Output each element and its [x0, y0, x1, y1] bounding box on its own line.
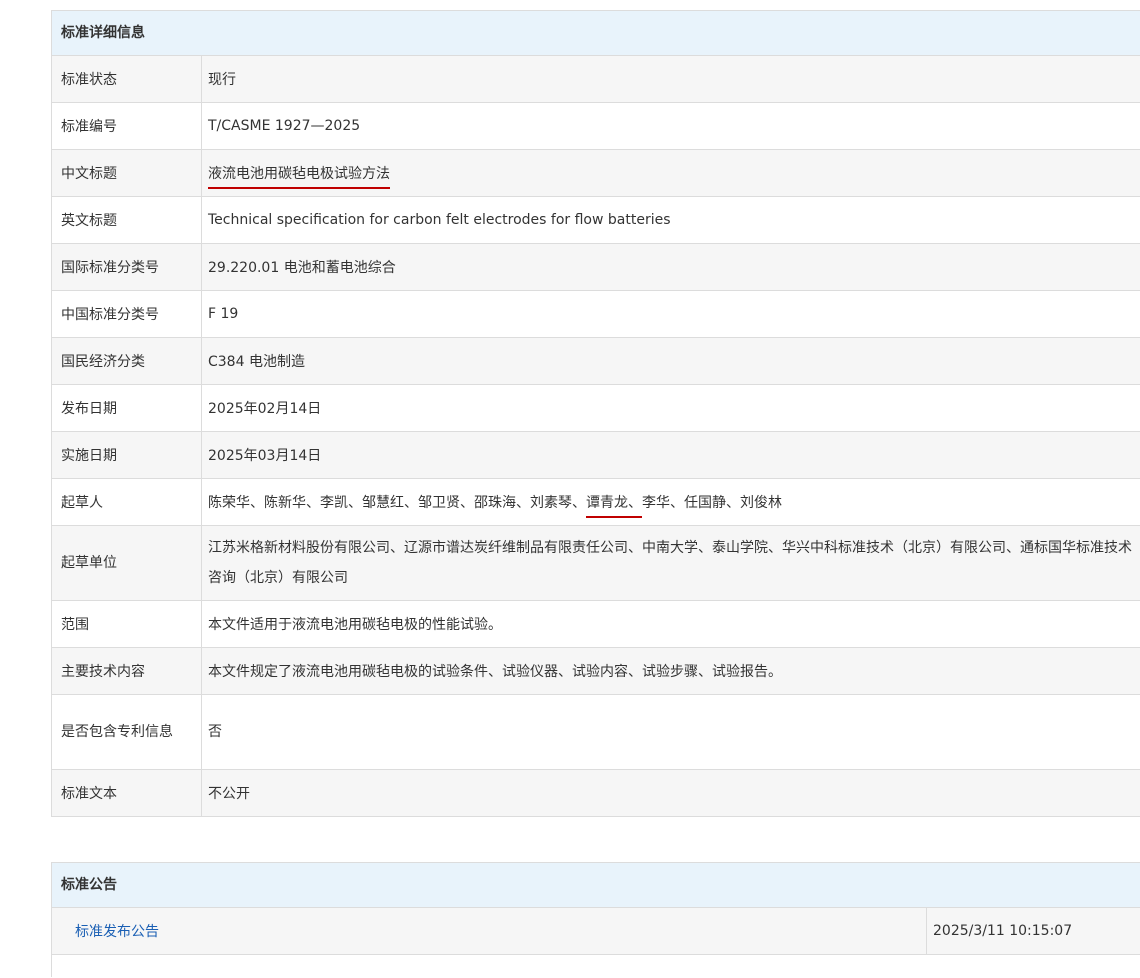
notice-row: 标准发布公告 2025/3/11 10:15:07	[52, 908, 1140, 955]
row-value: T/CASME 1927—2025	[201, 102, 1140, 150]
row-value: C384 电池制造	[201, 337, 1140, 385]
notice-table: 标准发布公告 2025/3/11 10:15:07	[52, 908, 1140, 977]
notice-empty-row	[52, 954, 1140, 977]
row-value: 现行	[201, 56, 1140, 103]
notice-link[interactable]: 标准发布公告	[52, 924, 159, 940]
row-label: 标准编号	[52, 102, 202, 150]
detail-row-chinese-title: 中文标题 液流电池用碳毡电极试验方法	[52, 149, 1140, 197]
row-label: 国民经济分类	[52, 337, 202, 385]
row-label: 标准状态	[52, 56, 202, 103]
detail-row-text: 标准文本 不公开	[52, 769, 1140, 816]
row-label: 英文标题	[52, 196, 202, 244]
detail-row-main-content: 主要技术内容 本文件规定了液流电池用碳毡电极的试验条件、试验仪器、试验内容、试验…	[52, 647, 1140, 695]
detail-row-status: 标准状态 现行	[52, 56, 1140, 103]
detail-panel-title: 标准详细信息	[52, 11, 1140, 56]
chinese-title-value: 液流电池用碳毡电极试验方法	[208, 166, 390, 189]
detail-row-scope: 范围 本文件适用于液流电池用碳毡电极的性能试验。	[52, 600, 1140, 648]
row-label: 起草单位	[52, 525, 202, 601]
detail-row-number: 标准编号 T/CASME 1927—2025	[52, 102, 1140, 150]
drafters-text-rest: 李华、任国静、刘俊林	[642, 495, 782, 511]
detail-row-publish-date: 发布日期 2025年02月14日	[52, 384, 1140, 432]
row-label: 中文标题	[52, 149, 202, 197]
notice-panel-title: 标准公告	[52, 863, 1140, 908]
detail-row-ccs: 中国标准分类号 F 19	[52, 290, 1140, 338]
row-label: 是否包含专利信息	[52, 694, 202, 770]
row-value: 否	[201, 694, 1140, 770]
detail-row-patent: 是否包含专利信息 否	[52, 694, 1140, 770]
detail-row-drafters: 起草人 陈荣华、陈新华、李凯、邹慧红、邹卫贤、邵珠海、刘素琴、谭青龙、李华、任国…	[52, 478, 1140, 526]
row-value: 29.220.01 电池和蓄电池综合	[201, 243, 1140, 291]
detail-row-drafting-units: 起草单位 江苏米格新材料股份有限公司、辽源市谱达炭纤维制品有限责任公司、中南大学…	[52, 525, 1140, 601]
detail-table: 标准状态 现行 标准编号 T/CASME 1927—2025 中文标题 液流电池…	[52, 56, 1140, 816]
row-value: Technical specification for carbon felt …	[201, 196, 1140, 244]
row-value: 江苏米格新材料股份有限公司、辽源市谱达炭纤维制品有限责任公司、中南大学、泰山学院…	[201, 525, 1140, 601]
row-value: 本文件规定了液流电池用碳毡电极的试验条件、试验仪器、试验内容、试验步骤、试验报告…	[201, 647, 1140, 695]
detail-row-ics: 国际标准分类号 29.220.01 电池和蓄电池综合	[52, 243, 1140, 291]
row-value: 2025年03月14日	[201, 431, 1140, 479]
standard-notice-panel: 标准公告 标准发布公告 2025/3/11 10:15:07	[51, 862, 1140, 977]
notice-datetime: 2025/3/11 10:15:07	[926, 908, 1140, 955]
row-label: 主要技术内容	[52, 647, 202, 695]
row-label: 范围	[52, 600, 202, 648]
row-label: 起草人	[52, 478, 202, 526]
row-value: 2025年02月14日	[201, 384, 1140, 432]
detail-row-economic-class: 国民经济分类 C384 电池制造	[52, 337, 1140, 385]
detail-row-effective-date: 实施日期 2025年03月14日	[52, 431, 1140, 479]
detail-row-english-title: 英文标题 Technical specification for carbon …	[52, 196, 1140, 244]
row-value: F 19	[201, 290, 1140, 338]
row-label: 中国标准分类号	[52, 290, 202, 338]
row-label: 标准文本	[52, 769, 202, 816]
row-label: 实施日期	[52, 431, 202, 479]
drafters-text: 陈荣华、陈新华、李凯、邹慧红、邹卫贤、邵珠海、刘素琴、	[208, 495, 586, 511]
standard-detail-panel: 标准详细信息 标准状态 现行 标准编号 T/CASME 1927—2025 中文…	[51, 10, 1140, 817]
row-label: 发布日期	[52, 384, 202, 432]
row-value: 不公开	[201, 769, 1140, 816]
drafter-highlight: 谭青龙、	[586, 495, 642, 518]
row-value: 本文件适用于液流电池用碳毡电极的性能试验。	[201, 600, 1140, 648]
row-label: 国际标准分类号	[52, 243, 202, 291]
